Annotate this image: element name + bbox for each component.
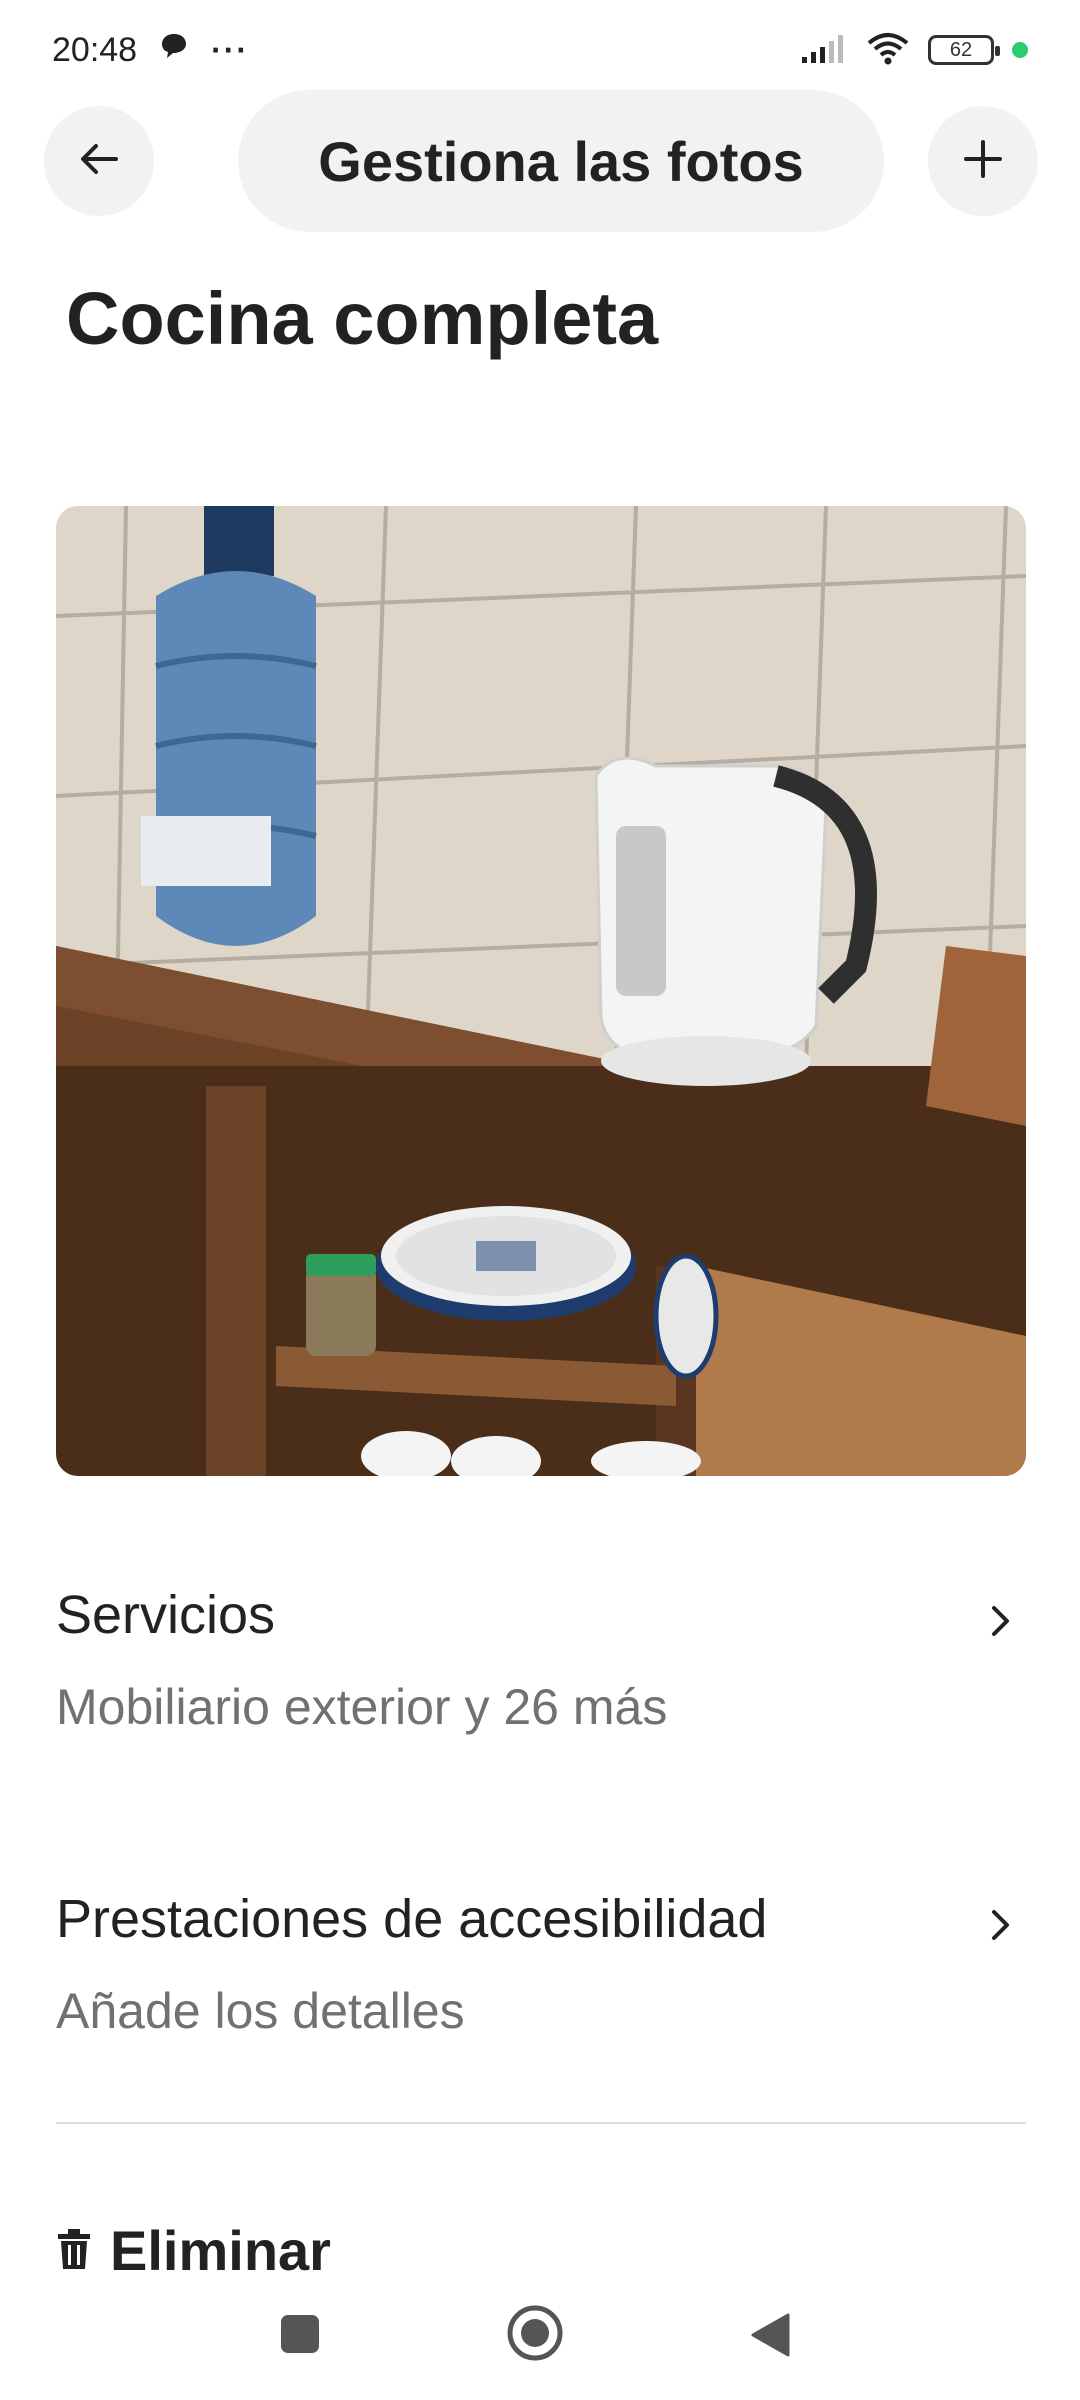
- status-time: 20:48: [52, 30, 138, 69]
- services-subtitle: Mobiliario exterior y 26 más: [56, 1679, 668, 1735]
- top-nav: Gestiona las fotos: [0, 90, 1080, 232]
- arrow-left-icon: [76, 136, 122, 187]
- divider: [56, 2122, 1026, 2124]
- chevron-right-icon: [990, 1908, 1012, 1947]
- delete-button[interactable]: Eliminar: [56, 2210, 331, 2290]
- more-dots-icon: ···: [211, 31, 250, 68]
- accessibility-subtitle: Añade los detalles: [56, 1983, 465, 2039]
- battery-level: 62: [949, 38, 973, 61]
- accessibility-row[interactable]: Prestaciones de accesibilidad Añade los …: [56, 1888, 1026, 2040]
- status-bar: 20:48 ··· 62: [0, 0, 1080, 100]
- signal-icon: [800, 33, 848, 68]
- plus-icon: [960, 136, 1006, 187]
- wifi-icon: [866, 31, 910, 70]
- room-photo[interactable]: [56, 506, 1026, 1476]
- trash-icon: [56, 2218, 92, 2283]
- header-title: Gestiona las fotos: [238, 90, 884, 232]
- add-photo-button[interactable]: [928, 106, 1038, 216]
- privacy-indicator-dot: [1012, 42, 1028, 58]
- status-right: 62: [800, 31, 1028, 70]
- system-nav-bar: [0, 2280, 1080, 2400]
- status-left: 20:48 ···: [52, 31, 249, 70]
- services-title: Servicios: [56, 1585, 276, 1645]
- page-title: Cocina completa: [66, 277, 659, 360]
- triangle-back-icon[interactable]: [748, 2312, 792, 2363]
- chevron-right-icon: [990, 1604, 1012, 1643]
- back-button[interactable]: [44, 106, 154, 216]
- chat-bubble-icon: [159, 31, 189, 70]
- services-row[interactable]: Servicios Mobiliario exterior y 26 más: [56, 1584, 1026, 1736]
- accessibility-title: Prestaciones de accesibilidad: [56, 1889, 768, 1949]
- battery-icon: 62: [928, 35, 1000, 65]
- circle-icon[interactable]: [506, 2304, 564, 2367]
- delete-label: Eliminar: [110, 2218, 331, 2282]
- screen: 20:48 ··· 62 Gestiona las fotos Cocina c…: [0, 0, 1080, 2400]
- square-icon[interactable]: [278, 2312, 322, 2361]
